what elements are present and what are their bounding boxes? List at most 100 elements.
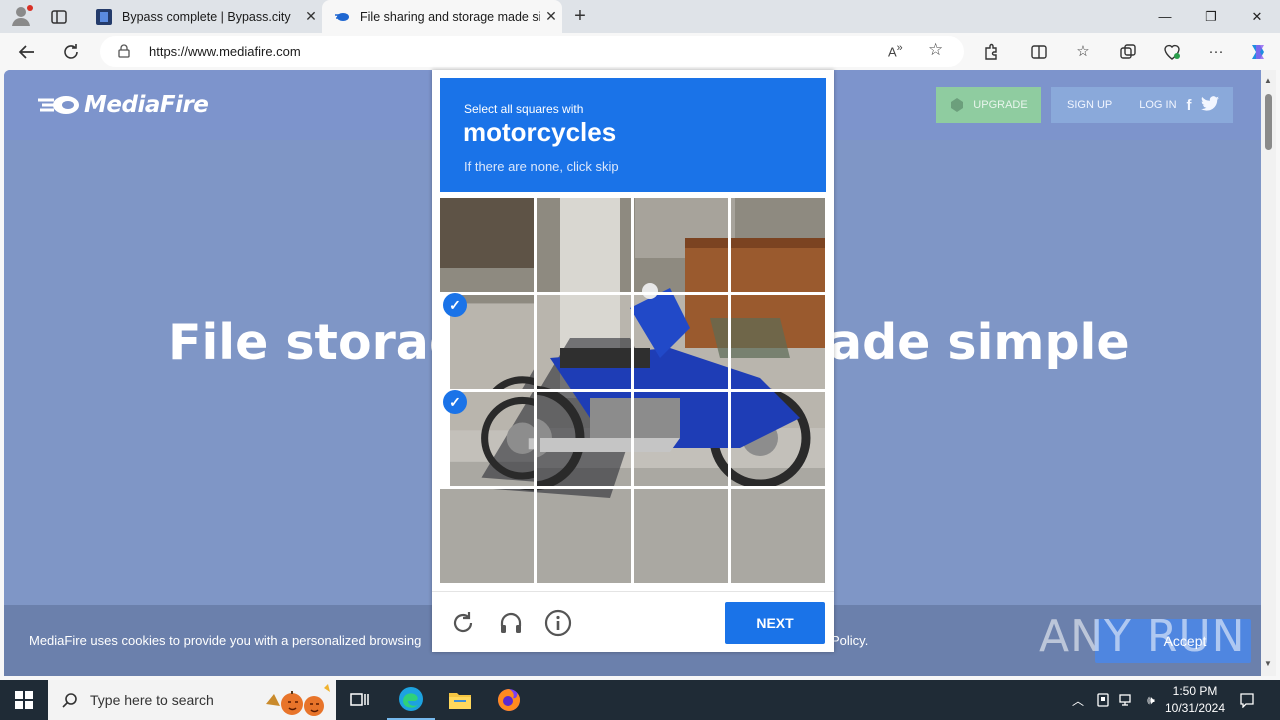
tab-title: Bypass complete | Bypass.city <box>122 9 291 24</box>
favorites-icon[interactable]: ☆ <box>1070 39 1096 65</box>
url-text[interactable]: https://www.mediafire.com <box>149 44 301 59</box>
facebook-icon[interactable]: f <box>1187 97 1192 114</box>
page-scrollbar[interactable]: ▲ ▼ <box>1261 70 1276 676</box>
start-button[interactable] <box>0 680 48 720</box>
tile-image <box>440 198 534 292</box>
image-tile[interactable] <box>634 295 728 389</box>
info-icon[interactable] <box>544 609 572 637</box>
mediafire-logo[interactable]: MediaFire <box>38 92 209 118</box>
tile-image <box>537 489 631 583</box>
new-tab-button[interactable]: + <box>568 4 592 28</box>
firefox-icon[interactable] <box>485 680 533 720</box>
tile-selected-check-icon: ✓ <box>443 293 467 317</box>
tile-image <box>634 392 728 486</box>
auth-box: SIGN UP LOG IN f <box>1051 87 1233 123</box>
logo-text: MediaFire <box>84 92 209 118</box>
image-tile[interactable] <box>440 489 534 583</box>
edge-taskbar-icon[interactable] <box>387 680 435 720</box>
image-tile[interactable] <box>537 198 631 292</box>
image-tile[interactable] <box>731 392 825 486</box>
image-tile[interactable] <box>634 198 728 292</box>
refresh-icon[interactable] <box>58 39 84 65</box>
upgrade-icon <box>951 98 964 112</box>
browser-essentials-icon[interactable] <box>1159 39 1185 65</box>
image-tile[interactable] <box>537 489 631 583</box>
signup-link[interactable]: SIGN UP <box>1067 99 1112 111</box>
image-tile[interactable] <box>634 392 728 486</box>
cookie-text: MediaFire uses cookies to provide you wi… <box>29 633 422 648</box>
collections-icon[interactable] <box>1115 39 1141 65</box>
copilot-icon[interactable] <box>1245 39 1271 65</box>
profile-icon[interactable] <box>10 5 34 27</box>
notification-icon[interactable] <box>1232 680 1262 720</box>
image-tile[interactable] <box>634 489 728 583</box>
tile-image <box>731 489 825 583</box>
image-tile[interactable] <box>537 392 631 486</box>
network-icon[interactable] <box>1115 680 1139 720</box>
login-link[interactable]: LOG IN <box>1139 99 1176 111</box>
split-screen-icon[interactable] <box>1026 39 1052 65</box>
image-tile[interactable] <box>731 295 825 389</box>
address-bar-row: https://www.mediafire.com A» ☆ ☆ ··· <box>0 33 1280 70</box>
close-tab-icon[interactable]: ✕ <box>300 8 322 25</box>
scroll-up-icon[interactable]: ▲ <box>1264 76 1272 85</box>
challenge-instruction: Select all squares with <box>464 102 584 116</box>
hero-text-left: File storag <box>168 314 464 371</box>
tab-strip: Bypass complete | Bypass.city ✕ File sha… <box>0 0 1280 33</box>
reload-icon[interactable] <box>449 609 477 637</box>
tile-selected-check-icon: ✓ <box>443 390 467 414</box>
image-tile[interactable] <box>731 198 825 292</box>
system-clock[interactable]: 1:50 PM 10/31/2024 <box>1160 683 1230 717</box>
bypass-favicon-icon <box>96 8 112 25</box>
next-button[interactable]: NEXT <box>725 602 825 644</box>
tile-image <box>537 392 631 486</box>
challenge-target: motorcycles <box>463 117 617 147</box>
tile-image <box>634 198 728 292</box>
extensions-icon[interactable] <box>978 39 1004 65</box>
tile-image <box>634 489 728 583</box>
upgrade-button[interactable]: UPGRADE <box>936 87 1041 123</box>
upgrade-label: UPGRADE <box>973 99 1028 111</box>
task-view-icon[interactable] <box>336 680 384 720</box>
close-window-icon[interactable]: ✕ <box>1234 0 1280 33</box>
tab-mediafire[interactable]: File sharing and storage made simple ✕ <box>322 0 562 33</box>
show-hidden-icons[interactable]: ︿ <box>1066 680 1090 720</box>
tile-image <box>731 295 825 389</box>
search-icon <box>62 693 77 708</box>
taskbar-search[interactable]: Type here to search <box>48 680 336 720</box>
privacy-policy-link[interactable]: Policy. <box>831 633 868 648</box>
challenge-footer: NEXT <box>432 591 834 652</box>
windows-logo-icon <box>15 691 33 709</box>
address-bar[interactable]: https://www.mediafire.com A» ☆ <box>100 36 964 67</box>
device-icon[interactable] <box>1091 680 1115 720</box>
hero-text-right: ade simple <box>829 314 1130 371</box>
minimize-icon[interactable]: — <box>1142 0 1188 33</box>
twitter-icon[interactable] <box>1200 96 1219 114</box>
image-tile[interactable] <box>537 295 631 389</box>
tile-image <box>440 489 534 583</box>
favorite-star-icon[interactable]: ☆ <box>928 40 943 60</box>
tab-title: File sharing and storage made simple <box>360 9 540 24</box>
anyrun-watermark: ANY RUN <box>1039 611 1246 662</box>
more-options-icon[interactable]: ··· <box>1203 39 1229 65</box>
restore-icon[interactable]: ❐ <box>1188 0 1234 33</box>
tab-actions-icon[interactable] <box>49 7 69 27</box>
windows-taskbar: Type here to search ︿ 🕪 1:50 PM 10/31/20… <box>0 680 1280 720</box>
back-icon[interactable] <box>14 39 40 65</box>
mediafire-favicon-icon <box>335 12 349 21</box>
image-tile[interactable] <box>731 489 825 583</box>
clock-time: 1:50 PM <box>1172 684 1218 698</box>
mediafire-flame-icon <box>38 96 79 114</box>
audio-challenge-icon[interactable] <box>497 609 525 637</box>
tile-image <box>731 392 825 486</box>
file-explorer-icon[interactable] <box>436 680 484 720</box>
close-tab-icon[interactable]: ✕ <box>540 8 562 25</box>
scroll-down-icon[interactable]: ▼ <box>1264 659 1272 668</box>
read-aloud-icon[interactable]: A» <box>888 42 903 59</box>
scroll-thumb[interactable] <box>1265 94 1272 150</box>
tab-bypass[interactable]: Bypass complete | Bypass.city ✕ <box>84 0 322 33</box>
image-tile[interactable] <box>440 198 534 292</box>
tile-image <box>634 295 728 389</box>
tile-image <box>731 198 825 292</box>
lock-icon[interactable] <box>118 44 130 63</box>
